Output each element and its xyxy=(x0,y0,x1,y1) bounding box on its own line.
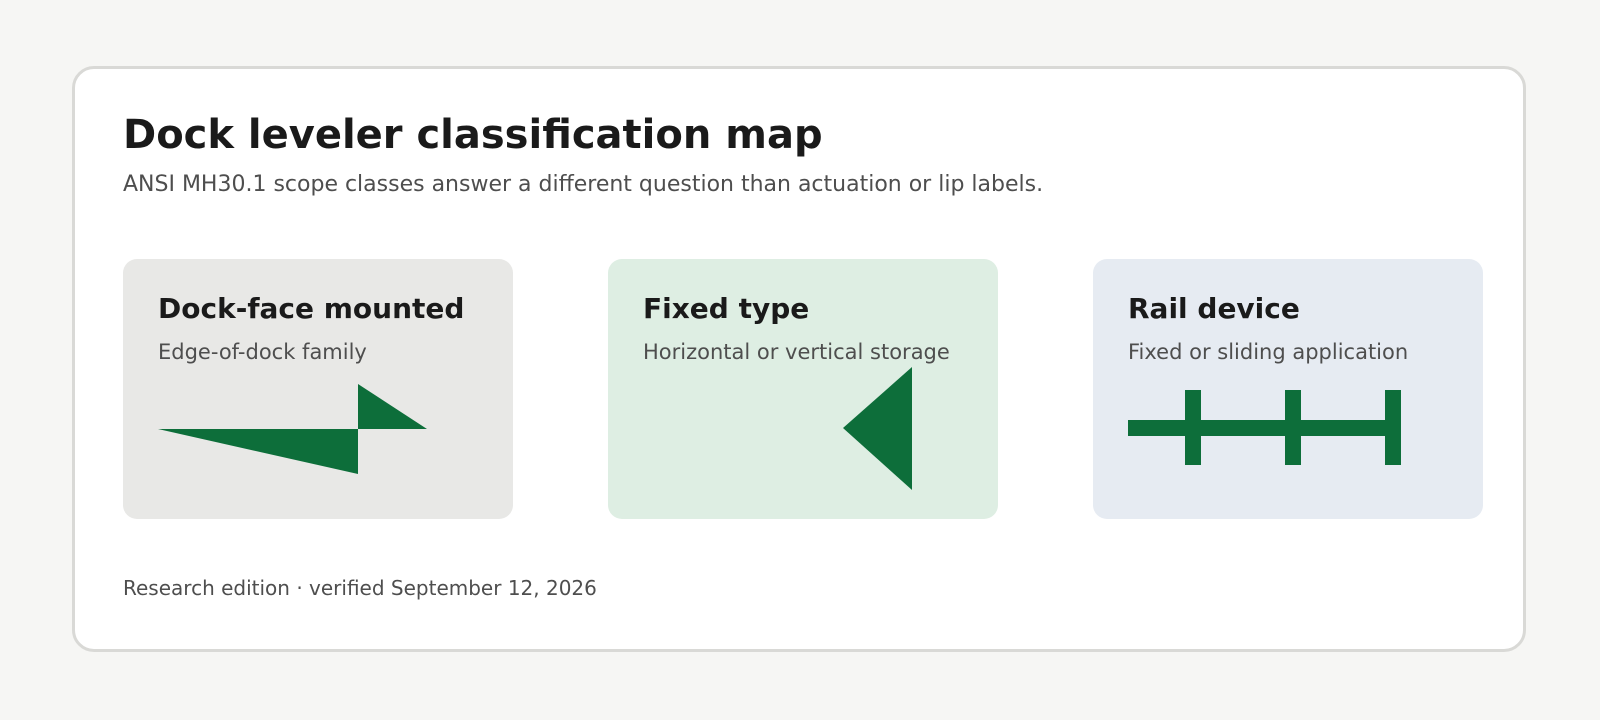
card-fixed-type: Fixed type Horizontal or vertical storag… xyxy=(608,259,998,519)
dock-face-wedge-icon xyxy=(158,384,427,474)
footer-note: Research edition · verified September 12… xyxy=(123,576,597,600)
page-title: Dock leveler classification map xyxy=(123,112,823,158)
fixed-type-triangle-icon xyxy=(843,367,912,490)
card-rail-device: Rail device Fixed or sliding application xyxy=(1093,259,1483,519)
rail-device-track-icon xyxy=(1128,390,1401,465)
page-subtitle: ANSI MH30.1 scope classes answer a diffe… xyxy=(123,172,1044,197)
classification-panel: Dock leveler classification map ANSI MH3… xyxy=(72,66,1526,652)
card-dock-face-mounted: Dock-face mounted Edge-of-dock family xyxy=(123,259,513,519)
